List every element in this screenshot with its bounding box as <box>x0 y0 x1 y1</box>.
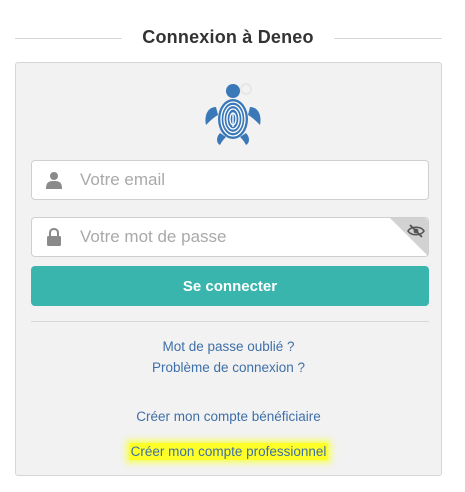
create-beneficiary-account-link[interactable]: Créer mon compte bénéficiaire <box>16 409 441 424</box>
user-icon <box>46 172 62 189</box>
password-input[interactable] <box>80 218 400 256</box>
email-field[interactable] <box>31 160 429 200</box>
lock-icon <box>47 228 61 246</box>
password-field[interactable] <box>31 217 429 257</box>
header-rule-right <box>334 38 442 39</box>
login-button[interactable]: Se connecter <box>31 266 429 306</box>
page-title: Connexion à Deneo <box>142 27 314 47</box>
connection-problem-link[interactable]: Problème de connexion ? <box>16 360 441 375</box>
create-professional-account-label: Créer mon compte professionnel <box>128 443 329 460</box>
turtle-fingerprint-logo-icon <box>202 77 264 147</box>
create-professional-account-link[interactable]: Créer mon compte professionnel <box>16 443 441 460</box>
divider <box>31 321 429 322</box>
eye-slash-icon <box>407 224 425 238</box>
email-input[interactable] <box>80 161 400 199</box>
header-rule-left <box>15 38 122 39</box>
password-visibility-toggle[interactable] <box>390 218 428 256</box>
forgot-password-link[interactable]: Mot de passe oublié ? <box>16 339 441 354</box>
login-card: Se connecter Mot de passe oublié ? Probl… <box>15 62 442 476</box>
